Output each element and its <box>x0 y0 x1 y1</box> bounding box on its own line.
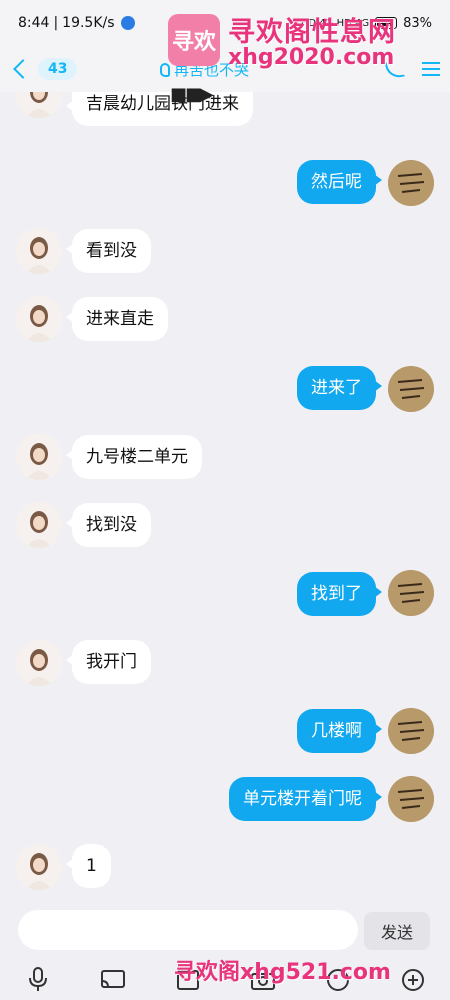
message-text: 进来了 <box>311 378 362 398</box>
status-divider: | <box>53 15 59 31</box>
composer: 发送 <box>0 900 450 960</box>
message-bubble[interactable]: 我开门 <box>66 640 151 684</box>
message-bubble[interactable]: 看到没 <box>66 229 151 273</box>
message-bubble[interactable]: 单元楼开着门呢 <box>229 777 382 821</box>
avatar-self[interactable] <box>388 366 434 412</box>
avatar-self[interactable] <box>388 708 434 754</box>
message-text: 然后呢 <box>311 172 362 192</box>
avatar-self[interactable] <box>388 776 434 822</box>
back-button[interactable]: 43 <box>10 58 78 80</box>
avatar-contact[interactable] <box>16 640 62 686</box>
avatar-contact[interactable] <box>16 228 62 274</box>
watermark-site-name: 寻欢阁性息网 <box>228 17 396 48</box>
message-bubble[interactable]: 然后呢 <box>297 160 382 204</box>
screen-cast-icon[interactable] <box>98 965 128 995</box>
message-text: 我开门 <box>86 652 137 672</box>
message-text: 找到没 <box>86 515 137 535</box>
message-bubble[interactable]: 找到没 <box>66 503 151 547</box>
avatar-contact[interactable] <box>16 844 62 890</box>
status-time: 8:44 <box>18 15 50 31</box>
message-text: 找到了 <box>311 584 362 604</box>
message-bubble[interactable]: 进来直走 <box>66 297 168 341</box>
message-text: 几楼啊 <box>311 721 362 741</box>
message-bubble[interactable]: 进来了 <box>297 366 382 410</box>
send-button[interactable]: 发送 <box>364 912 430 950</box>
chevron-left-icon <box>13 59 33 79</box>
watermark-top: 寻欢 寻欢阁性息网 xhg2020.com <box>168 10 396 70</box>
message-bubble[interactable]: 几楼啊 <box>297 709 382 753</box>
unread-count-badge: 43 <box>38 58 78 80</box>
message-text: 吉晨幼儿园铁门进来 <box>86 94 239 114</box>
message-text: 九号楼二单元 <box>86 447 188 467</box>
message-bubble[interactable]: 吉晨幼儿园铁门进来 <box>66 92 253 126</box>
avatar-contact[interactable] <box>16 92 62 118</box>
message-bubble[interactable]: 1 <box>66 844 111 888</box>
watermark-text-block: 寻欢阁性息网 xhg2020.com <box>228 10 396 70</box>
message-text: 看到没 <box>86 241 137 261</box>
menu-icon[interactable] <box>422 62 440 76</box>
battery-level: 83% <box>403 15 432 31</box>
plus-icon[interactable] <box>398 965 428 995</box>
microphone-icon[interactable] <box>23 965 53 995</box>
avatar-self[interactable] <box>388 570 434 616</box>
message-text: 进来直走 <box>86 309 154 329</box>
avatar-contact[interactable] <box>16 434 62 480</box>
message-bubble[interactable]: 九号楼二单元 <box>66 435 202 479</box>
status-left: 8:44 | 19.5K/s <box>18 15 135 31</box>
watermark-arrow-icon: ■■▶ <box>170 84 214 105</box>
watermark-url: xhg2020.com <box>228 45 395 70</box>
app-notification-icon <box>120 16 135 30</box>
status-speed: 19.5K/s <box>62 15 115 31</box>
message-text: 单元楼开着门呢 <box>243 789 362 809</box>
message-bubble[interactable]: 找到了 <box>297 572 382 616</box>
avatar-self[interactable] <box>388 160 434 206</box>
avatar-contact[interactable] <box>16 296 62 342</box>
message-list[interactable]: 吉晨幼儿园铁门进来 然后呢 看到没 进来直走 进来了 九号楼二单元 找到没 找到… <box>0 92 450 900</box>
message-input[interactable] <box>18 910 358 950</box>
watermark-bottom: 寻欢阁xhg521.com <box>174 960 391 985</box>
message-text: 1 <box>86 856 97 876</box>
avatar-contact[interactable] <box>16 502 62 548</box>
watermark-logo: 寻欢 <box>168 14 220 66</box>
